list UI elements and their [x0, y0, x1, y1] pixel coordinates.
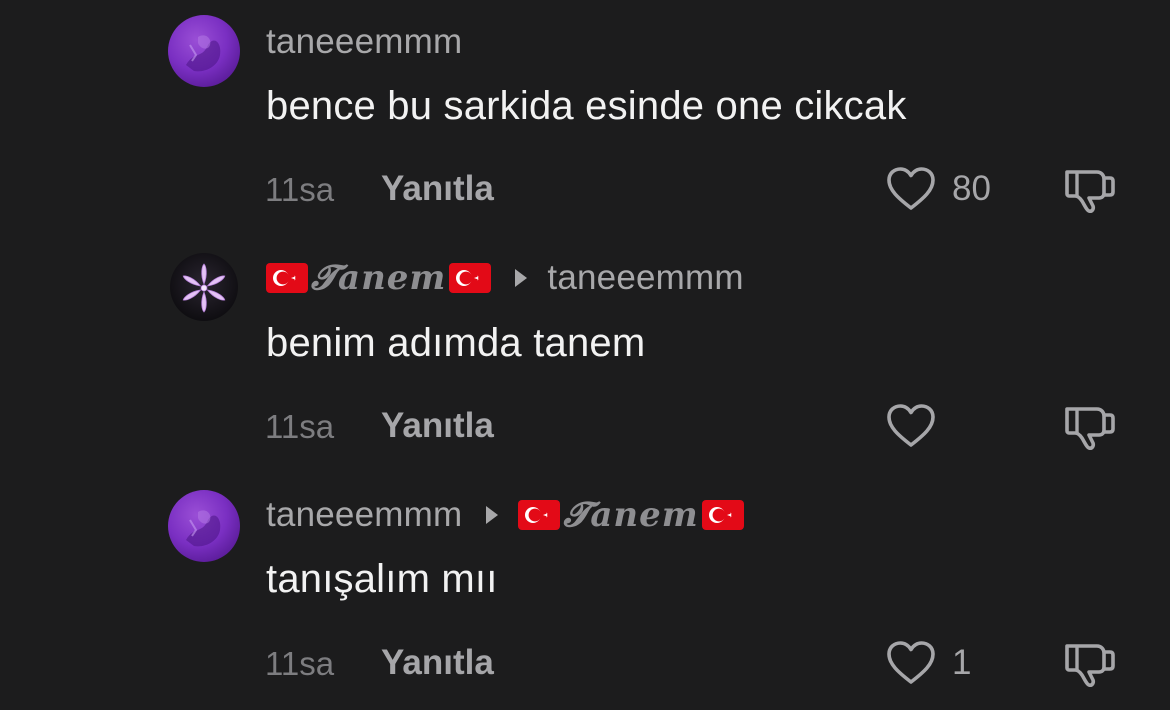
reply-to-name-text: 𝓣anem: [563, 495, 699, 535]
turkey-flag-icon: [518, 500, 560, 530]
reply-to-username[interactable]: taneeemmm: [547, 258, 743, 298]
reply-button[interactable]: Yanıtla: [381, 169, 494, 209]
dislike-button[interactable]: [1063, 166, 1117, 219]
comment-header: taneeemmm: [266, 18, 462, 66]
comment-time: 11sa: [265, 408, 335, 445]
thumbs-down-icon: [1065, 170, 1115, 213]
reply-button[interactable]: Yanıtla: [381, 406, 494, 446]
dislike-button[interactable]: [1063, 640, 1117, 693]
purple-avatar-image: [168, 15, 240, 87]
like-button[interactable]: 1: [886, 640, 971, 686]
avatar[interactable]: [170, 253, 238, 321]
heart-icon: [887, 641, 935, 684]
comment-text: benim adımda tanem: [266, 321, 646, 365]
avatar[interactable]: [168, 15, 240, 87]
comment-text: bence bu sarkida esinde one cikcak: [266, 84, 907, 128]
author-name-text: 𝓣anem: [311, 258, 447, 298]
like-button[interactable]: [886, 403, 952, 449]
lily-flower-avatar-image: [170, 253, 238, 321]
purple-avatar-image: [168, 490, 240, 562]
author-username[interactable]: taneeemmm: [266, 22, 462, 62]
dislike-button[interactable]: [1063, 403, 1117, 456]
reply-button[interactable]: Yanıtla: [381, 643, 494, 683]
thumbs-down-icon: [1065, 407, 1115, 450]
like-button[interactable]: 80: [886, 166, 991, 212]
heart-icon: [887, 404, 935, 447]
turkey-flag-icon: [702, 500, 744, 530]
comment-thread: taneeemmm bence bu sarkida esinde one ci…: [0, 0, 1170, 710]
comment-header: taneeemmm 𝓣anem: [266, 491, 744, 539]
reply-arrow-icon: [515, 269, 528, 287]
turkey-flag-icon: [449, 263, 491, 293]
turkey-flag-icon: [266, 263, 308, 293]
comment-text: tanışalım mıı: [266, 557, 498, 601]
thumbs-down-icon: [1065, 644, 1115, 687]
author-username[interactable]: 𝓣anem: [266, 258, 491, 298]
comment-header: 𝓣anem taneeemmm: [266, 254, 744, 302]
like-count: 1: [952, 643, 972, 682]
reply-to-username[interactable]: 𝓣anem: [518, 495, 743, 535]
reply-arrow-icon: [486, 506, 499, 524]
heart-icon: [887, 167, 935, 210]
avatar[interactable]: [168, 490, 240, 562]
like-count: 80: [952, 169, 991, 208]
comment-time: 11sa: [265, 645, 335, 682]
author-username[interactable]: taneeemmm: [266, 495, 462, 535]
comment-time: 11sa: [265, 171, 335, 208]
